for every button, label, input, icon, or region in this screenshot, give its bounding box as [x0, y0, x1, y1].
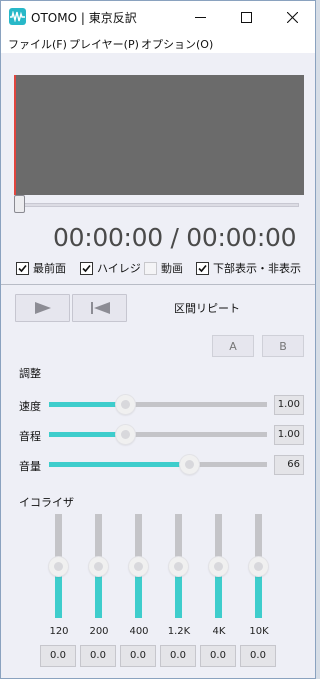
close-button[interactable]	[269, 1, 315, 33]
slider-thumb[interactable]	[116, 395, 135, 414]
pitch-label: 音程	[19, 430, 41, 443]
slider-thumb[interactable]	[49, 557, 68, 576]
maximize-button[interactable]	[223, 1, 269, 33]
checkbox-label: ハイレジ	[97, 262, 141, 275]
rewind-button[interactable]	[72, 294, 127, 322]
checkbox-video: 動画	[144, 260, 183, 276]
seek-thumb[interactable]	[14, 195, 25, 213]
divider	[1, 284, 315, 285]
eq-value[interactable]: 0.0	[160, 645, 196, 667]
play-button[interactable]	[15, 294, 70, 322]
eq-slider[interactable]	[209, 514, 228, 618]
checkbox-label: 動画	[161, 262, 183, 275]
checkbox-always-on-top[interactable]: 最前面	[16, 260, 66, 276]
checkbox-hi-res[interactable]: ハイレジ	[80, 260, 141, 276]
speed-row: 速度 1.00	[1, 394, 315, 416]
checkbox-label: 下部表示・非表示	[213, 262, 301, 275]
minimize-button[interactable]	[177, 1, 223, 33]
eq-frequency-label: 10K	[249, 626, 269, 637]
repeat-a-button[interactable]: A	[212, 335, 254, 357]
slider-fill	[49, 432, 125, 437]
volume-value[interactable]: 66	[274, 455, 304, 475]
menu-player[interactable]: プレイヤー(P)	[69, 36, 139, 52]
menu-bar: ファイル(F) プレイヤー(P) オプション(O)	[1, 33, 315, 53]
eq-band-120: 120 0.0	[39, 514, 79, 674]
slider-thumb[interactable]	[116, 425, 135, 444]
eq-band-400: 400 0.0	[119, 514, 159, 674]
menu-options[interactable]: オプション(O)	[141, 36, 213, 52]
close-icon	[286, 11, 298, 23]
eq-frequency-label: 4K	[212, 626, 226, 637]
equalizer-label: イコライザ	[19, 496, 74, 509]
pitch-row: 音程 1.00	[1, 424, 315, 446]
eq-value[interactable]: 0.0	[200, 645, 236, 667]
checkbox-box[interactable]	[16, 261, 29, 275]
eq-slider[interactable]	[169, 514, 188, 618]
speed-slider[interactable]	[49, 395, 267, 414]
eq-band-1-2k: 1.2K 0.0	[159, 514, 199, 674]
eq-frequency-label: 1.2K	[167, 626, 191, 637]
checkbox-label: 最前面	[33, 262, 66, 275]
waveform-icon	[9, 8, 26, 25]
volume-label: 音量	[19, 460, 41, 473]
app-window: OTOMO | 東京反訳 ファイル(F) プレイヤー(P) オプション(O) 0…	[0, 0, 316, 679]
checkbox-box[interactable]	[196, 261, 209, 275]
window-title: OTOMO | 東京反訳	[31, 11, 137, 25]
eq-band-200: 200 0.0	[79, 514, 119, 674]
seek-bar[interactable]	[15, 203, 299, 207]
title-bar[interactable]: OTOMO | 東京反訳	[1, 1, 315, 33]
eq-slider[interactable]	[89, 514, 108, 618]
maximize-icon	[240, 11, 252, 23]
pitch-slider[interactable]	[49, 425, 267, 444]
slider-fill	[49, 462, 189, 467]
repeat-b-button[interactable]: B	[262, 335, 304, 357]
slider-thumb[interactable]	[129, 557, 148, 576]
checkbox-bottom-panel[interactable]: 下部表示・非表示	[196, 260, 301, 276]
slider-thumb[interactable]	[180, 455, 199, 474]
eq-slider[interactable]	[129, 514, 148, 618]
eq-value[interactable]: 0.0	[40, 645, 76, 667]
slider-thumb[interactable]	[89, 557, 108, 576]
slider-thumb[interactable]	[209, 557, 228, 576]
adjust-label: 調整	[19, 367, 41, 380]
checkbox-box	[144, 261, 157, 275]
pitch-value[interactable]: 1.00	[274, 425, 304, 445]
eq-slider[interactable]	[49, 514, 68, 618]
repeat-label: 区間リピート	[174, 302, 240, 315]
speed-label: 速度	[19, 400, 41, 413]
skip-to-start-icon	[90, 302, 110, 314]
minimize-icon	[194, 16, 206, 18]
time-display: 00:00:00 / 00:00:00	[53, 223, 297, 252]
eq-value[interactable]: 0.0	[80, 645, 116, 667]
eq-band-10k: 10K 0.0	[239, 514, 279, 674]
eq-frequency-label: 200	[89, 626, 109, 637]
eq-band-4k: 4K 0.0	[199, 514, 239, 674]
speed-value[interactable]: 1.00	[274, 395, 304, 415]
eq-value[interactable]: 0.0	[240, 645, 276, 667]
eq-value[interactable]: 0.0	[120, 645, 156, 667]
eq-frequency-label: 120	[49, 626, 69, 637]
checkbox-box[interactable]	[80, 261, 93, 275]
play-icon	[34, 302, 51, 314]
slider-fill	[49, 402, 125, 407]
eq-frequency-label: 400	[129, 626, 149, 637]
volume-slider[interactable]	[49, 455, 267, 474]
video-display[interactable]	[14, 75, 304, 195]
menu-file[interactable]: ファイル(F)	[8, 36, 67, 52]
slider-thumb[interactable]	[169, 557, 188, 576]
volume-row: 音量 66	[1, 454, 315, 476]
eq-slider[interactable]	[249, 514, 268, 618]
slider-thumb[interactable]	[249, 557, 268, 576]
